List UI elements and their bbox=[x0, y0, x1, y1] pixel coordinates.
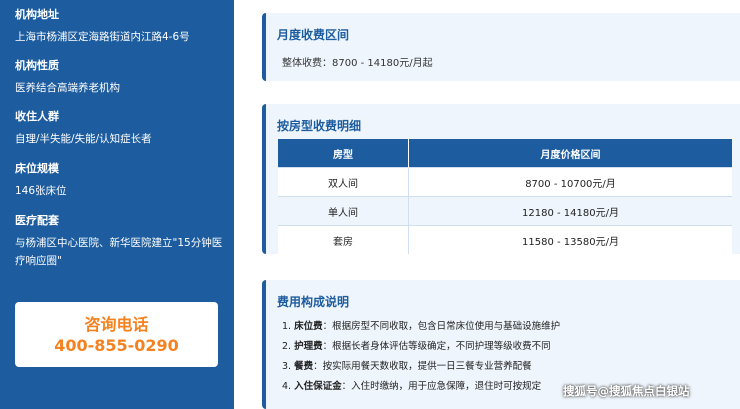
cell-room: 双人间 bbox=[278, 167, 409, 197]
item-term: 护理费 bbox=[294, 341, 323, 352]
info-beds: 床位规模 146张床位 bbox=[15, 162, 227, 200]
cell-room: 套房 bbox=[278, 225, 409, 254]
contact-phone-box[interactable]: 咨询电话 400-855-0290 bbox=[15, 302, 218, 367]
col-header-room: 房型 bbox=[278, 139, 409, 168]
info-nature: 机构性质 医养结合高端养老机构 bbox=[15, 59, 227, 97]
cell-room: 单人间 bbox=[278, 196, 409, 226]
table-row: 套房 11580 - 13580元/月 bbox=[278, 225, 732, 254]
info-value: 自理/半失能/失能/认知症长者 bbox=[15, 133, 152, 145]
list-item: 3. 餐费：按实际用餐天数收取，提供一日三餐专业营养配餐 bbox=[282, 357, 732, 377]
item-number: 4. bbox=[282, 381, 292, 392]
item-term: 餐费 bbox=[294, 361, 314, 372]
info-value: 上海市杨浦区定海路街道内江路4-6号 bbox=[15, 31, 190, 43]
room-fee-title: 按房型收费明细 bbox=[277, 119, 362, 133]
table-header-row: 房型 月度价格区间 bbox=[278, 139, 732, 168]
cell-price: 8700 - 10700元/月 bbox=[408, 167, 732, 197]
item-desc: ：入住时缴纳，用于应急保障，退住时可按规定 bbox=[341, 381, 542, 392]
col-header-price: 月度价格区间 bbox=[408, 139, 732, 168]
info-label: 机构性质 bbox=[15, 59, 59, 72]
table-row: 单人间 12180 - 14180元/月 bbox=[278, 196, 732, 226]
item-desc: ：根据长者身体评估等级确定，不同护理等级收费不同 bbox=[322, 341, 551, 352]
item-number: 3. bbox=[282, 361, 292, 372]
fee-structure-title: 费用构成说明 bbox=[277, 295, 350, 309]
info-label: 床位规模 bbox=[15, 162, 59, 175]
contact-phone[interactable]: 400-855-0290 bbox=[15, 336, 218, 356]
info-label: 医疗配套 bbox=[15, 214, 59, 227]
monthly-fee-card: 月度收费区间 整体收费：8700 - 14180元/月起 bbox=[262, 13, 740, 81]
item-number: 1. bbox=[282, 321, 292, 332]
room-fee-card: 按房型收费明细 房型 月度价格区间 双人间 8700 - 10700元/月 单人… bbox=[262, 104, 740, 254]
monthly-fee-title: 月度收费区间 bbox=[277, 28, 350, 42]
item-desc: ：按实际用餐天数收取，提供一日三餐专业营养配餐 bbox=[313, 361, 532, 372]
cell-price: 11580 - 13580元/月 bbox=[408, 225, 732, 254]
info-residents: 收住人群 自理/半失能/失能/认知症长者 bbox=[15, 110, 227, 148]
monthly-fee-range: 整体收费：8700 - 14180元/月起 bbox=[282, 58, 433, 69]
info-medical: 医疗配套 与杨浦区中心医院、新华医院建立"15分钟医疗响应圈" bbox=[15, 214, 227, 270]
table-row: 双人间 8700 - 10700元/月 bbox=[278, 167, 732, 197]
item-desc: ：根据房型不同收取，包含日常床位使用与基础设施维护 bbox=[322, 321, 561, 332]
list-item: 1. 床位费：根据房型不同收取，包含日常床位使用与基础设施维护 bbox=[282, 317, 732, 337]
room-fee-table: 房型 月度价格区间 双人间 8700 - 10700元/月 单人间 12180 … bbox=[278, 139, 732, 254]
cell-price: 12180 - 14180元/月 bbox=[408, 196, 732, 226]
info-address: 机构地址 上海市杨浦区定海路街道内江路4-6号 bbox=[15, 8, 227, 46]
item-number: 2. bbox=[282, 341, 292, 352]
contact-label: 咨询电话 bbox=[84, 315, 149, 334]
info-value: 146张床位 bbox=[15, 185, 67, 197]
info-label: 收住人群 bbox=[15, 110, 59, 123]
item-term: 床位费 bbox=[294, 321, 323, 332]
watermark-text: 搜狐号@搜狐焦点白银站 bbox=[563, 384, 690, 398]
list-item: 2. 护理费：根据长者身体评估等级确定，不同护理等级收费不同 bbox=[282, 337, 732, 357]
sidebar: 机构地址 上海市杨浦区定海路街道内江路4-6号 机构性质 医养结合高端养老机构 … bbox=[0, 0, 234, 409]
item-term: 入住保证金 bbox=[294, 381, 342, 392]
info-value: 与杨浦区中心医院、新华医院建立"15分钟医疗响应圈" bbox=[15, 237, 223, 267]
info-label: 机构地址 bbox=[15, 8, 59, 21]
info-value: 医养结合高端养老机构 bbox=[15, 82, 120, 94]
